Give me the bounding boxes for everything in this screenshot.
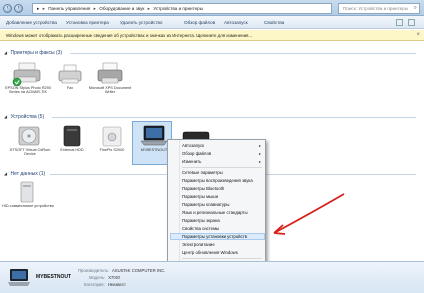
search-input[interactable]: Поиск: Устройства и принтеры ⌕ (338, 3, 420, 14)
chevron-right-icon: ▸ (147, 6, 150, 11)
close-icon[interactable]: × (416, 32, 420, 38)
add-device-button[interactable]: Добавление устройства (6, 20, 57, 25)
device-epson-printer[interactable]: EPSON Stylus Photo R290 Series на ACMAR-… (5, 62, 51, 94)
menu-item-keyboard-settings[interactable]: Параметры клавиатуры (182, 202, 230, 207)
printer-default-icon (12, 62, 41, 87)
annotation-arrow (273, 193, 345, 235)
info-bar-text: Windows может отображать расширенные све… (6, 33, 253, 38)
info-bar[interactable]: Windows может отображать расширенные све… (0, 30, 424, 41)
camera-icon (102, 126, 122, 147)
menu-item-display-settings[interactable]: Параметры экрана (182, 218, 220, 223)
breadcrumb-devices-printers[interactable]: Устройства и принтеры (153, 6, 203, 11)
view-files-button[interactable]: Обзор файлов (184, 20, 215, 25)
device-virtual-cdrom[interactable]: DTSOFT Virtual CdRom Device (10, 124, 50, 156)
breadcrumb-control-panel[interactable]: Панель управления (48, 6, 90, 11)
menu-item-windows-update[interactable]: Центр обновления Windows (182, 250, 238, 255)
menu-item-region-language[interactable]: Язык и региональные стандарты (182, 210, 248, 215)
section-unspecified-header[interactable]: ◢ Нет данных (1) (4, 171, 45, 177)
properties-button[interactable]: Свойства (264, 20, 284, 25)
breadcrumb-hardware-sound[interactable]: Оборудование и звук (99, 6, 144, 11)
section-devices-header[interactable]: ◢ Устройства (5) (4, 114, 44, 120)
collapse-icon[interactable]: ◢ (4, 114, 7, 119)
menu-item-power-options[interactable]: Электропитание (182, 242, 215, 247)
device-fax[interactable]: Fax (50, 62, 90, 90)
menu-separator (182, 258, 262, 259)
search-placeholder: Поиск: Устройства и принтеры (343, 6, 409, 11)
menu-item-mouse-settings[interactable]: Параметры мыши (182, 194, 218, 199)
menu-item-bluetooth-settings[interactable]: Параметры Bluetooth (182, 186, 224, 191)
details-device-name: MYBESTNOUT (36, 274, 71, 280)
device-hid[interactable]: HID-совместимое устройство (2, 180, 54, 208)
laptop-icon (8, 269, 30, 286)
menu-item-browse-files[interactable]: Обзор файлов (182, 151, 211, 156)
divider (52, 117, 416, 118)
address-bar-area: ‹ › ▸ ▸ Панель управления ▸ Оборудование… (0, 0, 424, 16)
laptop-icon (140, 125, 168, 146)
section-unspecified-label: Нет данных (1) (10, 171, 46, 177)
menu-item-change[interactable]: Изменить (182, 159, 201, 164)
device-xps-writer[interactable]: Microsoft XPS Document Writer (89, 62, 131, 94)
add-printer-button[interactable]: Установка принтера (66, 20, 109, 25)
autoplay-button[interactable]: Автозапуск (224, 20, 248, 25)
details-model: Модель: X70IO (89, 275, 121, 280)
help-icon[interactable] (408, 19, 415, 26)
menu-item-device-installation-settings[interactable]: Параметры установки устройств (182, 234, 247, 239)
hid-device-icon (20, 181, 34, 203)
address-bar[interactable]: ▸ ▸ Панель управления ▸ Оборудование и з… (32, 3, 332, 14)
address-root-icon[interactable]: ▸ (37, 6, 39, 11)
section-printers-label: Принтеры и факсы (3) (10, 50, 63, 56)
section-devices-label: Устройства (5) (10, 114, 45, 120)
details-category: Категория: Неизвест (84, 282, 126, 287)
device-finepix-camera[interactable]: FinePix S2000 (92, 124, 132, 152)
menu-item-network-settings[interactable]: Сетевые параметры (182, 170, 223, 175)
submenu-arrow-icon: ▸ (258, 151, 261, 156)
printer-icon (97, 62, 123, 84)
remove-device-button[interactable]: Удалить устройство (120, 20, 162, 25)
chevron-right-icon: ▸ (93, 6, 96, 11)
fax-icon (58, 64, 82, 84)
collapse-icon[interactable]: ◢ (4, 50, 7, 55)
chevron-right-icon: ▸ (42, 6, 45, 11)
device-external-hdd[interactable]: External HDD (52, 124, 92, 152)
forward-button[interactable]: › (14, 4, 23, 13)
details-manufacturer: Производитель: ASUSTeK COMPUTER INC. (78, 268, 166, 273)
command-toolbar: Добавление устройства Установка принтера… (0, 16, 424, 29)
divider (70, 53, 416, 54)
search-icon[interactable]: ⌕ (414, 5, 417, 12)
menu-item-autoplay[interactable]: Автозапуск (182, 143, 204, 148)
device-label: HID-совместимое устройство (2, 204, 54, 208)
menu-item-sound-playback[interactable]: Параметры воспроизведения звука (182, 178, 253, 183)
details-pane: MYBESTNOUT Производитель: ASUSTeK COMPUTE… (0, 261, 424, 293)
device-label: Microsoft XPS Document Writer (88, 86, 132, 95)
menu-separator (182, 167, 262, 168)
menu-item-system-properties[interactable]: Свойства системы (182, 226, 219, 231)
section-printers-header[interactable]: ◢ Принтеры и факсы (3) (4, 50, 62, 56)
submenu-arrow-icon: ▸ (258, 143, 261, 148)
view-options-icon[interactable] (396, 19, 403, 26)
back-button[interactable]: ‹ (3, 4, 12, 13)
cdrom-icon (18, 126, 40, 146)
submenu-arrow-icon: ▸ (258, 159, 261, 164)
collapse-icon[interactable]: ◢ (4, 171, 7, 176)
hdd-icon (63, 125, 81, 147)
